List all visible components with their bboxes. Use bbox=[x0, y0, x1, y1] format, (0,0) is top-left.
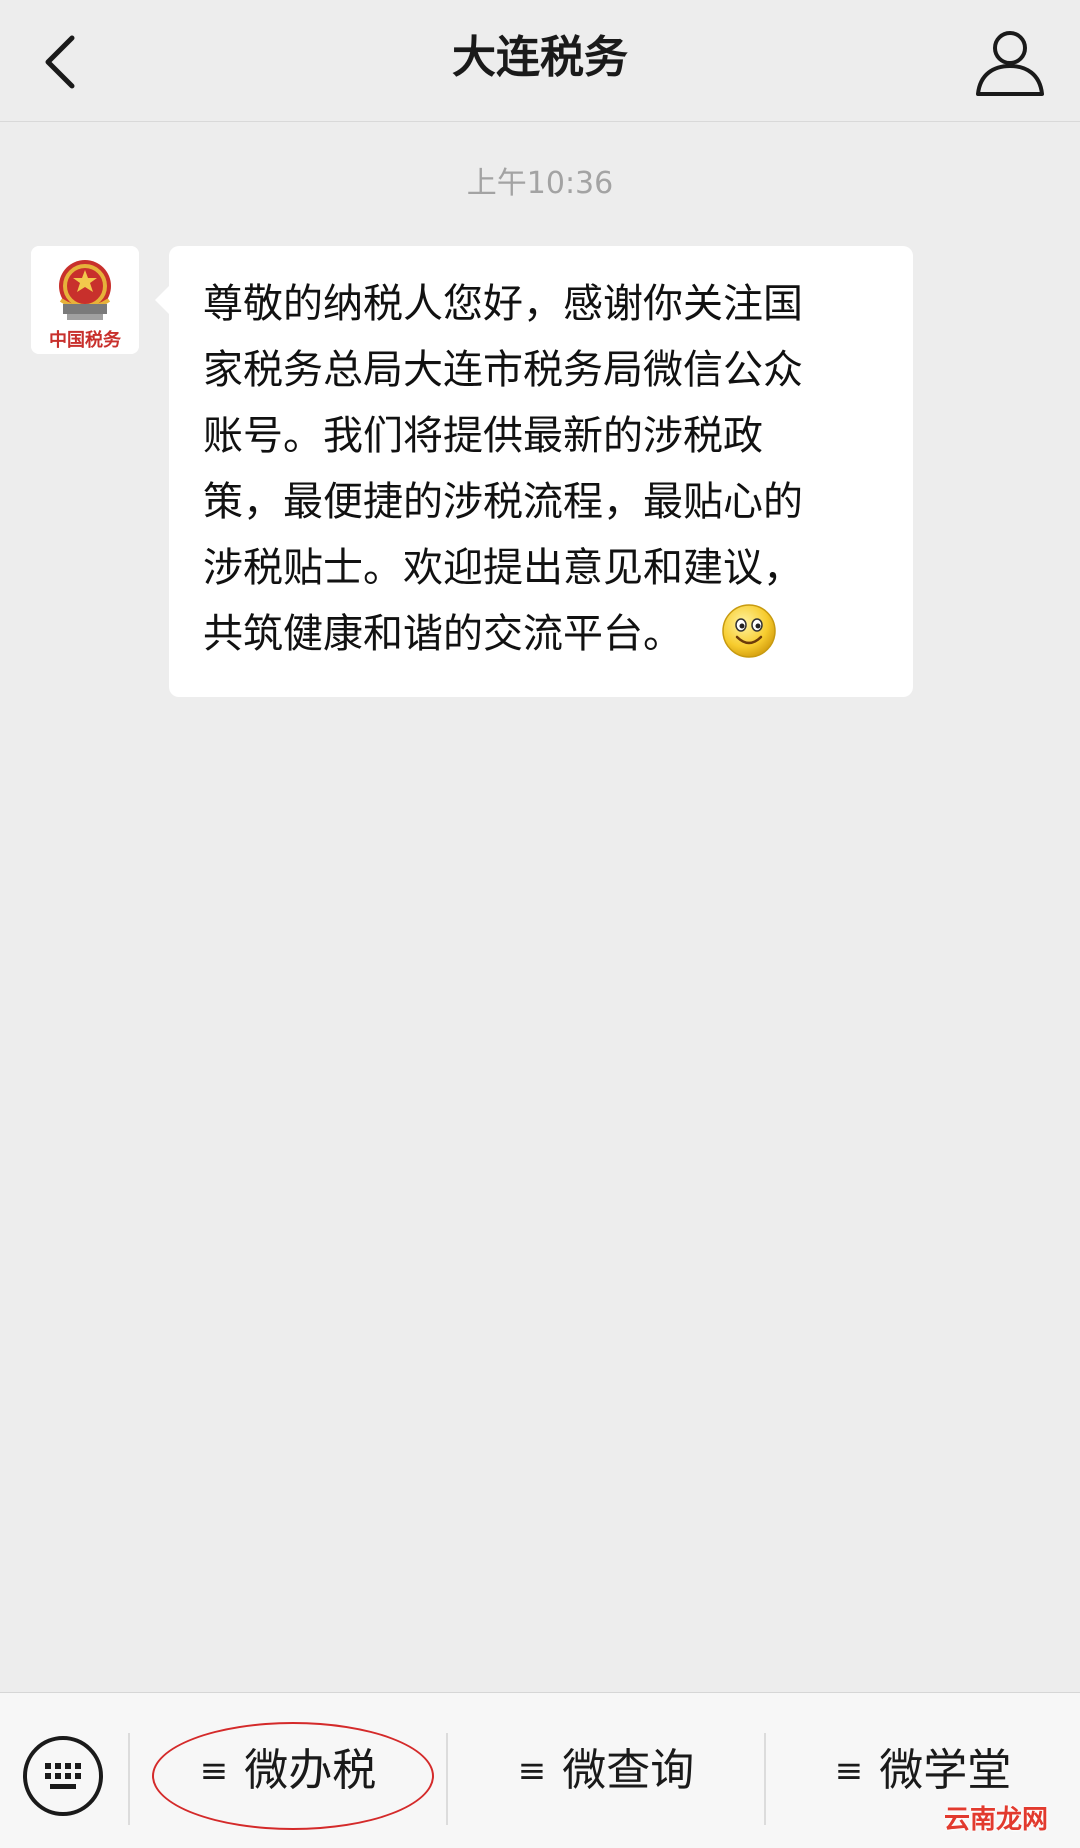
person-outline-icon bbox=[976, 31, 1044, 96]
message-line: 涉税贴士。欢迎提出意见和建议， bbox=[203, 545, 803, 591]
message-timestamp: 上午10:36 bbox=[466, 166, 614, 201]
keyboard-toggle-button[interactable] bbox=[20, 1733, 106, 1819]
menu-item-label: 微查询 bbox=[562, 1745, 695, 1796]
message-line: 策，最便捷的涉税流程，最贴心的 bbox=[203, 479, 803, 525]
message-line: 账号。我们将提供最新的涉税政 bbox=[203, 413, 763, 459]
menu-list-icon: ≡ bbox=[517, 1751, 547, 1791]
message-last-line: 共筑健康和谐的交流平台。 bbox=[203, 601, 889, 667]
menu-item-label: 微学堂 bbox=[879, 1745, 1012, 1796]
menu-list-icon: ≡ bbox=[834, 1751, 864, 1791]
page-title: 大连税务 bbox=[452, 32, 628, 83]
smiley-icon bbox=[722, 604, 776, 658]
chat-screen: 大连税务 上午10:36 中国税务 尊敬的纳税人您好，感谢你关注国 家税务总局大… bbox=[0, 0, 1080, 1848]
message-bubble[interactable]: 尊敬的纳税人您好，感谢你关注国 家税务总局大连市税务局微信公众 账号。我们将提供… bbox=[155, 246, 913, 697]
highlight-annotation bbox=[152, 1722, 434, 1830]
avatar-caption: 中国税务 bbox=[49, 330, 121, 351]
menu-item-weichaxun[interactable]: ≡ 微查询 bbox=[448, 1693, 764, 1848]
sender-avatar[interactable]: 中国税务 bbox=[31, 246, 139, 354]
keyboard-icon bbox=[23, 1736, 103, 1816]
navigation-bar: 大连税务 bbox=[0, 0, 1080, 122]
profile-button[interactable] bbox=[970, 22, 1050, 102]
watermark: 云南龙网 bbox=[943, 1805, 1048, 1835]
message-line: 共筑健康和谐的交流平台。 bbox=[203, 611, 683, 657]
message-line: 尊敬的纳税人您好，感谢你关注国 bbox=[203, 281, 803, 327]
message-line: 家税务总局大连市税务局微信公众 bbox=[203, 347, 803, 393]
